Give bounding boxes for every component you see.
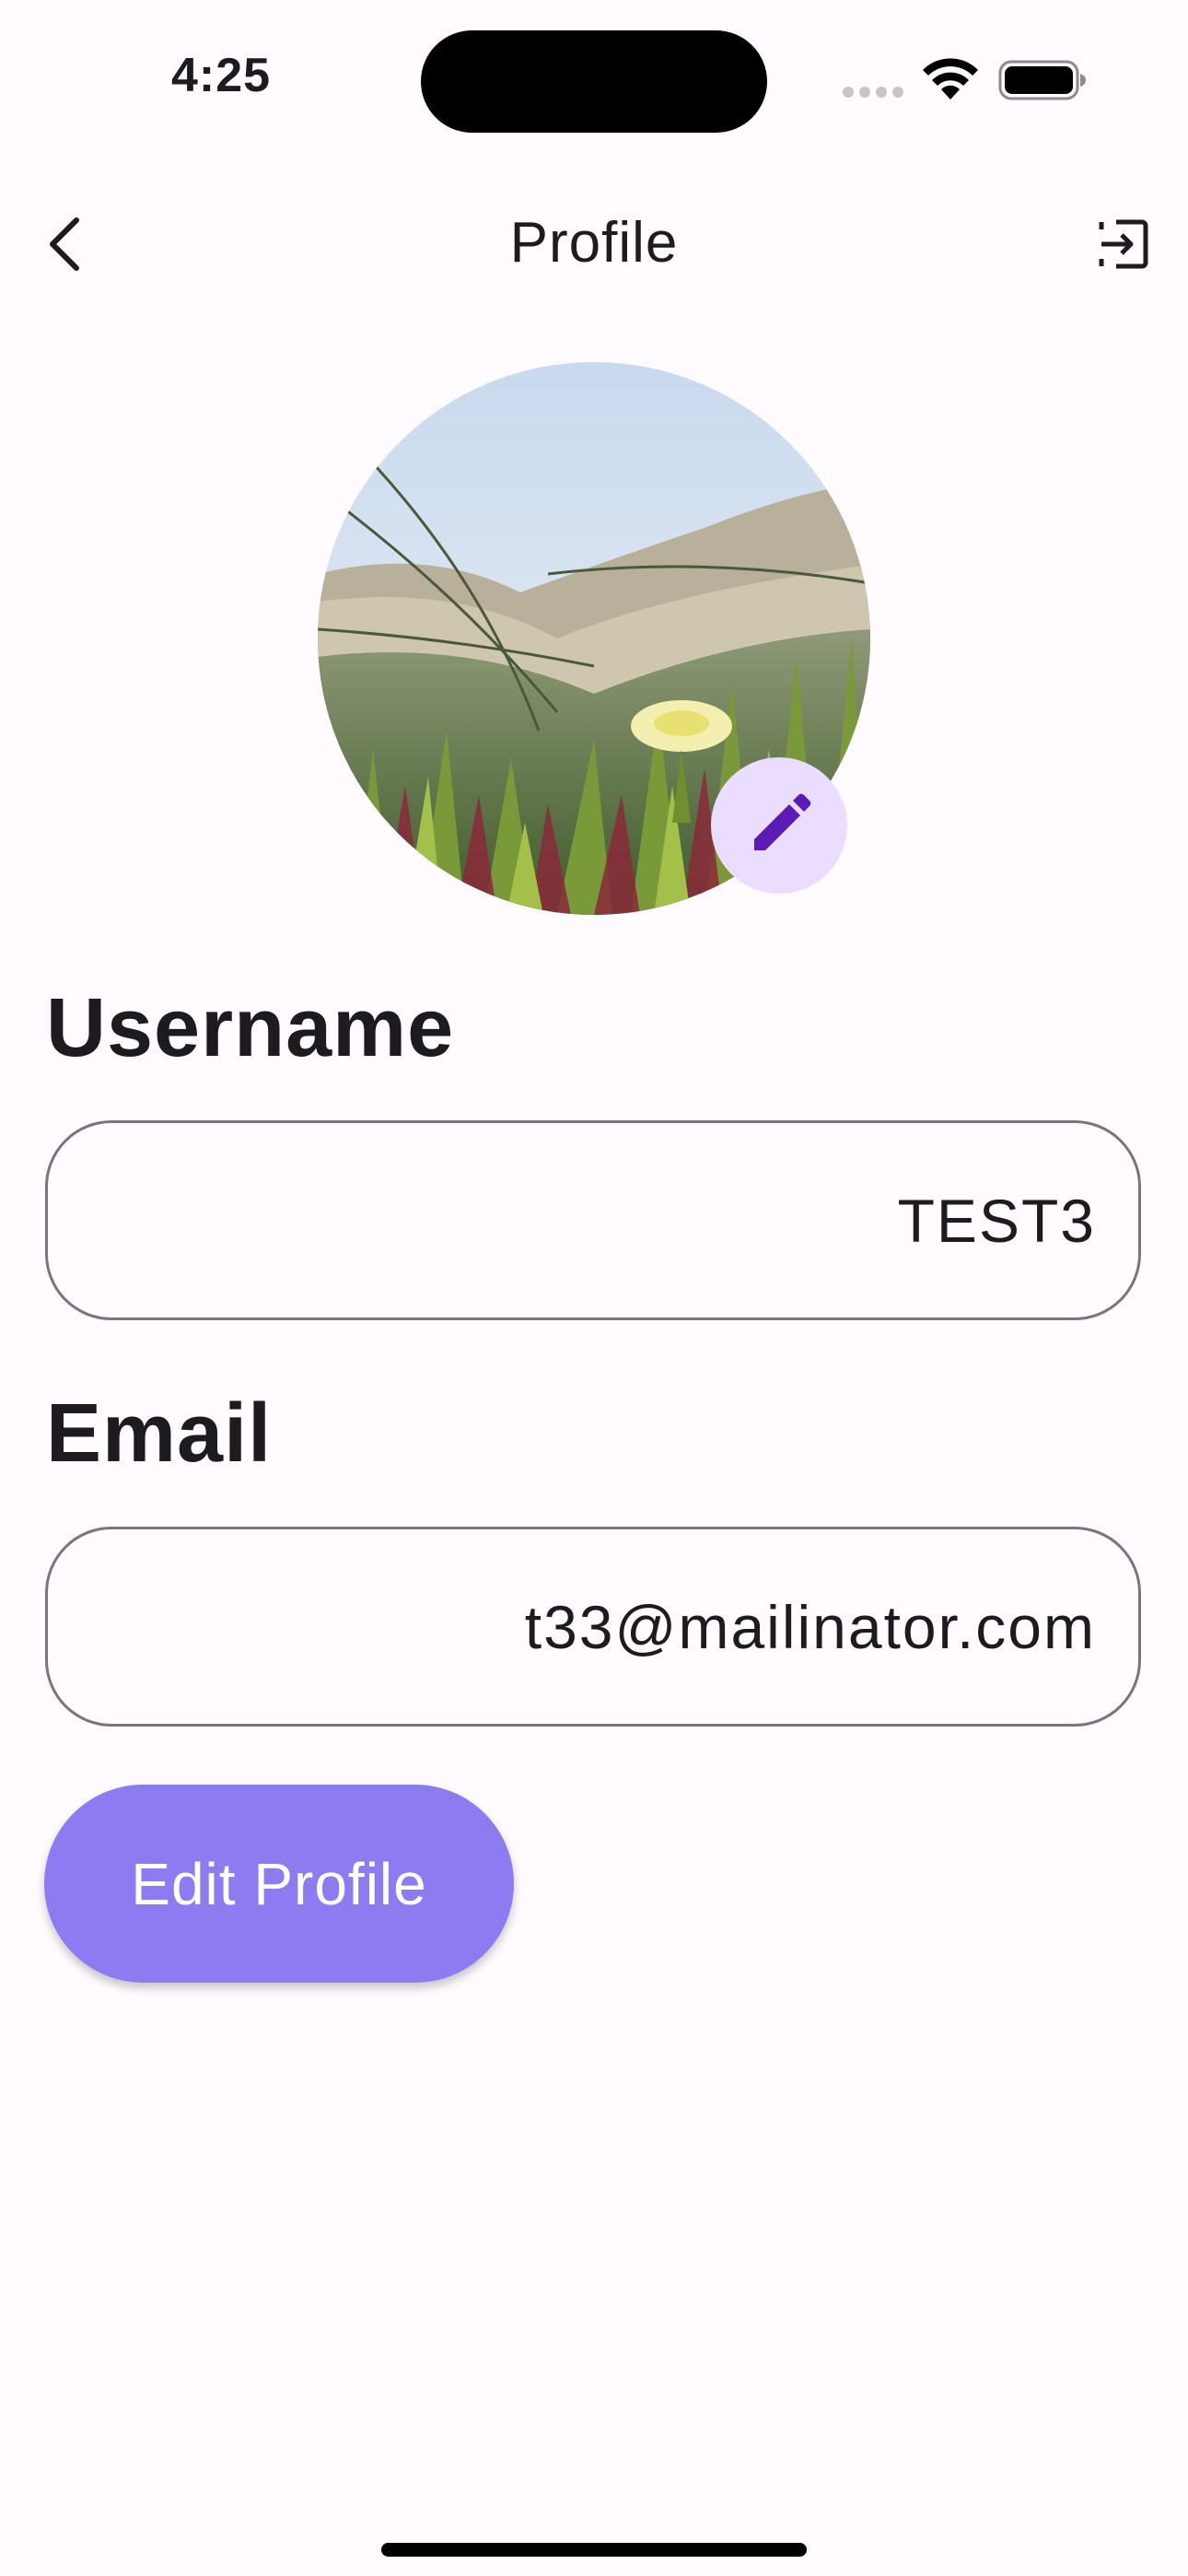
dynamic-island [421,30,767,133]
username-value: TEST3 [897,1186,1096,1255]
page-title: Profile [509,211,679,275]
pencil-icon [754,793,811,850]
email-field[interactable]: t33@mailinator.com [45,1527,1141,1727]
app-bar: Profile [0,184,1188,304]
battery-icon [998,60,1086,100]
edit-profile-label: Edit Profile [131,1850,427,1917]
avatar-edit-button[interactable] [711,757,847,894]
edit-profile-button[interactable]: Edit Profile [44,1785,514,1983]
status-bar: 4:25 [0,0,1188,157]
logout-icon [1099,219,1148,269]
cellular-signal-icon [843,87,905,98]
email-label: Email [46,1388,273,1480]
status-time: 4:25 [170,49,272,102]
logout-button[interactable] [1087,207,1160,281]
username-label: Username [46,982,455,1074]
username-field[interactable]: TEST3 [45,1120,1141,1320]
wifi-icon [923,58,978,100]
email-value: t33@mailinator.com [524,1592,1096,1661]
home-indicator[interactable] [381,2543,807,2557]
